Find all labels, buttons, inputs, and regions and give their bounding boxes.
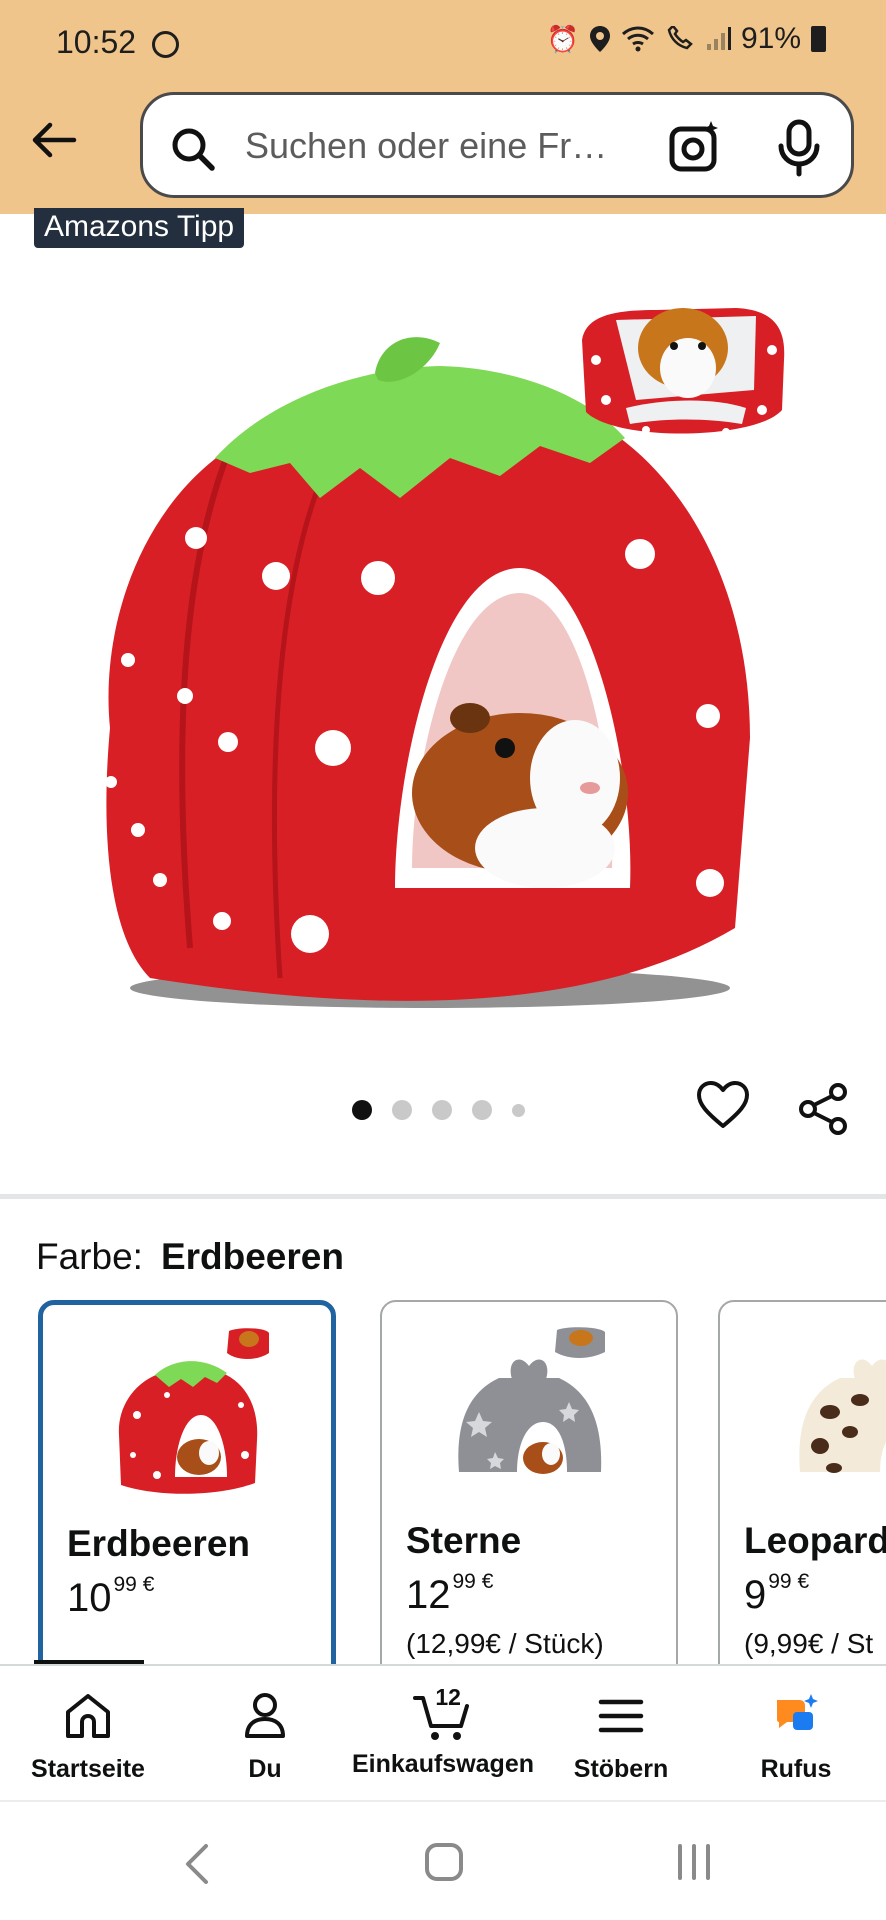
- price-fraction: 99 €: [453, 1570, 494, 1593]
- signal-icon: [706, 27, 731, 50]
- variant-price: 1099 €: [67, 1573, 154, 1621]
- price-fraction-value: 99: [452, 1570, 476, 1593]
- variant-card-erdbeeren[interactable]: Erdbeeren 1099 €: [38, 1300, 336, 1666]
- variant-image: [799, 1359, 886, 1473]
- nav-du[interactable]: Du: [215, 1692, 315, 1784]
- nav-label: Stöbern: [573, 1755, 669, 1783]
- carousel-dot[interactable]: [392, 1100, 412, 1120]
- system-back-icon[interactable]: [182, 1842, 212, 1886]
- search-header: Suchen oder eine Fr…: [0, 86, 886, 214]
- price-currency: €: [797, 1570, 810, 1593]
- price-currency: €: [142, 1573, 155, 1596]
- search-bar[interactable]: Suchen oder eine Fr…: [140, 92, 854, 198]
- home-icon: [66, 1694, 110, 1738]
- system-recents-icon[interactable]: [674, 1842, 714, 1882]
- nav-stoebern[interactable]: Stöbern: [565, 1692, 677, 1784]
- battery-icon: [811, 26, 826, 52]
- carousel-dot[interactable]: [432, 1100, 452, 1120]
- price-whole: 12: [406, 1573, 451, 1617]
- wifi-call-icon: [667, 26, 693, 50]
- nav-einkaufswagen[interactable]: 12 Einkaufswagen: [352, 1684, 534, 1779]
- color-label: Farbe: Erdbeeren: [36, 1236, 344, 1278]
- user-icon: [245, 1693, 285, 1738]
- nav-label: Einkaufswagen: [352, 1750, 534, 1778]
- menu-icon: [598, 1699, 644, 1733]
- variant-price: 999 €: [744, 1570, 809, 1618]
- price-fraction: 99 €: [114, 1573, 155, 1596]
- bottom-navigation: Startseite Du 12 Einkaufswagen Stöbern R…: [0, 1664, 886, 1800]
- heart-icon[interactable]: [696, 1080, 750, 1130]
- image-carousel-dots[interactable]: [352, 1100, 525, 1120]
- carousel-dot[interactable]: [512, 1103, 525, 1117]
- battery-percentage: 91%: [740, 22, 801, 55]
- status-bar: 10:52 ⏰ 91%: [0, 0, 886, 86]
- status-icons: ⏰ 91%: [547, 22, 826, 56]
- nav-label: Startseite: [31, 1755, 145, 1783]
- color-variants: Erdbeeren 1099 € Sterne 1299 € (12,99€ /…: [0, 1300, 886, 1666]
- nav-label: Rufus: [760, 1755, 832, 1783]
- price-whole: 9: [744, 1573, 767, 1617]
- variant-price: 1299 €: [406, 1570, 493, 1618]
- alarm-icon: ⏰: [546, 23, 579, 54]
- share-icon[interactable]: [796, 1082, 850, 1136]
- carousel-dot[interactable]: [352, 1100, 372, 1120]
- rufus-icon: [777, 1694, 818, 1730]
- price-currency: €: [481, 1570, 494, 1593]
- cart-count-badge: 12: [435, 1684, 461, 1710]
- price-fraction-value: 99: [113, 1573, 137, 1596]
- price-fraction: 99 €: [768, 1570, 809, 1593]
- status-time: 10:52: [56, 24, 137, 60]
- variant-name: Leopard: [744, 1520, 886, 1561]
- carousel-dot[interactable]: [472, 1100, 492, 1120]
- selected-color: Erdbeeren: [160, 1236, 344, 1277]
- wifi-icon: [621, 26, 654, 52]
- location-icon: [589, 26, 610, 52]
- variant-image: [118, 1328, 269, 1494]
- variant-unit-price: (12,99€ / Stück): [406, 1628, 604, 1659]
- variant-name: Erdbeeren: [67, 1523, 251, 1564]
- section-divider: [0, 1194, 886, 1199]
- camera-search-icon[interactable]: [667, 119, 723, 175]
- variant-image: [458, 1327, 605, 1474]
- system-navigation: [0, 1800, 886, 1920]
- price-whole: 10: [67, 1576, 112, 1620]
- variant-card-sterne[interactable]: Sterne 1299 € (12,99€ / Stück): [380, 1300, 678, 1666]
- nav-label: Du: [248, 1755, 282, 1783]
- cart-icon-wrap: 12: [413, 1684, 473, 1740]
- price-fraction-value: 99: [768, 1570, 792, 1593]
- nav-rufus[interactable]: Rufus: [746, 1692, 846, 1784]
- system-home-icon[interactable]: [424, 1842, 464, 1882]
- microphone-icon[interactable]: [777, 119, 821, 177]
- search-input[interactable]: Suchen oder eine Fr…: [245, 125, 607, 167]
- variant-card-leopard[interactable]: Leopard 999 € (9,99€ / St: [718, 1300, 886, 1666]
- amazons-tipp-badge: Amazons Tipp: [34, 208, 245, 248]
- variant-name: Sterne: [406, 1520, 522, 1561]
- nav-startseite[interactable]: Startseite: [20, 1692, 156, 1784]
- back-arrow-icon[interactable]: [28, 114, 80, 166]
- search-icon: [172, 128, 215, 171]
- product-inset-image: [582, 308, 785, 436]
- variant-unit-price: (9,99€ / St: [744, 1628, 874, 1659]
- circle-icon: [152, 31, 179, 58]
- color-label-text: Farbe:: [36, 1236, 143, 1277]
- screen: 10:52 ⏰ 91% Suchen oder eine Fr… Amazons…: [0, 0, 886, 1920]
